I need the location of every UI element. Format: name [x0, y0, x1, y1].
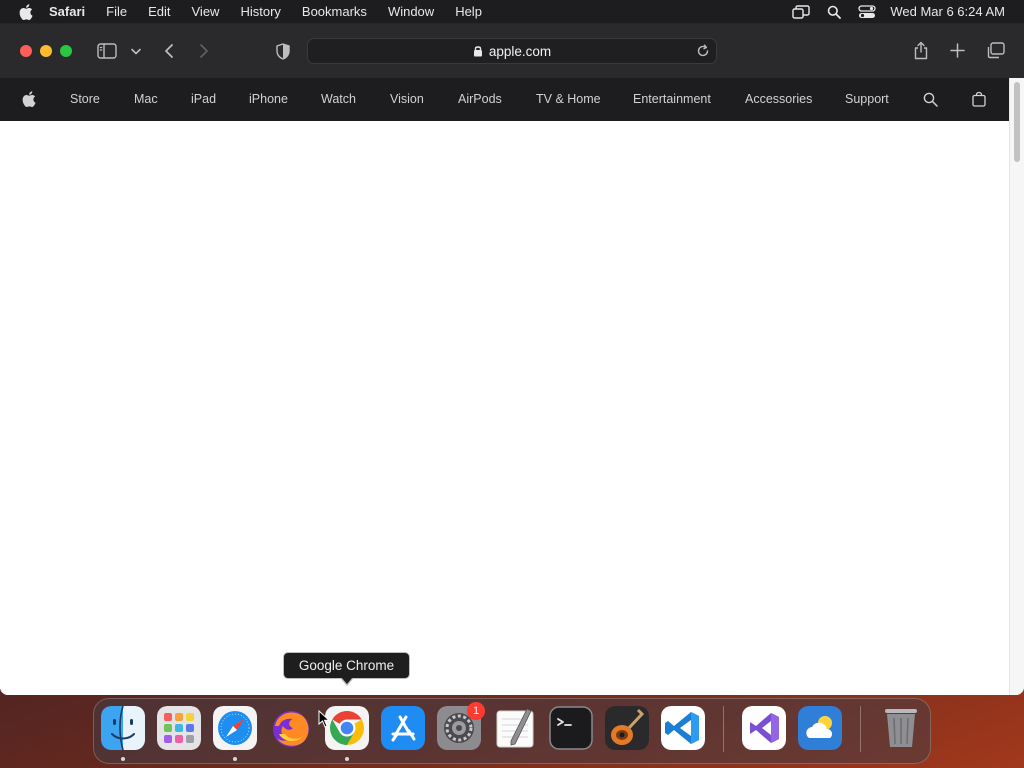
- dock-chrome-icon[interactable]: [325, 706, 369, 750]
- dock-launchpad-icon[interactable]: [157, 706, 201, 750]
- dock-trash-icon[interactable]: [879, 706, 923, 750]
- scrollbar-thumb[interactable]: [1014, 82, 1020, 162]
- apple-menu-icon[interactable]: [19, 3, 35, 20]
- plus-icon[interactable]: [949, 42, 965, 58]
- window-minimize-button[interactable]: [40, 45, 52, 57]
- safari-toolbar: apple.com: [0, 24, 1024, 79]
- nav-mac[interactable]: Mac: [134, 92, 158, 106]
- dock-finder-icon[interactable]: [101, 706, 145, 750]
- shield-icon[interactable]: [274, 41, 292, 61]
- dock-app-store-icon[interactable]: [381, 706, 425, 750]
- nav-entertainment[interactable]: Entertainment: [633, 92, 711, 106]
- nav-vision[interactable]: Vision: [390, 92, 424, 106]
- dock-safari-icon[interactable]: [213, 706, 257, 750]
- nav-accessories[interactable]: Accessories: [745, 92, 812, 106]
- nav-iphone[interactable]: iPhone: [249, 92, 288, 106]
- apple-logo-icon[interactable]: [22, 91, 38, 107]
- dock-tooltip-tail: [340, 677, 354, 686]
- dock-garageband-icon[interactable]: [605, 706, 649, 750]
- nav-airpods[interactable]: AirPods: [458, 92, 502, 106]
- menu-bar: Safari File Edit View History Bookmarks …: [0, 0, 1024, 23]
- dock-separator: [860, 706, 861, 752]
- menu-bookmarks[interactable]: Bookmarks: [302, 4, 367, 19]
- reload-icon[interactable]: [696, 44, 710, 58]
- mouse-pointer-icon: [318, 709, 331, 728]
- control-center-icon[interactable]: [857, 4, 877, 20]
- menu-help[interactable]: Help: [455, 4, 482, 19]
- menu-bar-clock[interactable]: Wed Mar 6 6:24 AM: [890, 4, 1005, 19]
- dock-running-indicator: [345, 757, 349, 761]
- window-zoom-button[interactable]: [60, 45, 72, 57]
- vertical-scrollbar[interactable]: [1009, 78, 1024, 695]
- bag-icon[interactable]: [972, 91, 988, 107]
- dock-textedit-icon[interactable]: [493, 706, 537, 750]
- menu-history[interactable]: History: [240, 4, 280, 19]
- share-icon[interactable]: [912, 40, 930, 60]
- dock-tooltip: Google Chrome: [283, 652, 410, 679]
- nav-store[interactable]: Store: [70, 92, 100, 106]
- dock-running-indicator: [121, 757, 125, 761]
- menu-file[interactable]: File: [106, 4, 127, 19]
- page-content: [0, 121, 1010, 695]
- forward-icon[interactable]: [196, 41, 212, 61]
- menu-edit[interactable]: Edit: [148, 4, 170, 19]
- notification-badge: 1: [467, 702, 485, 720]
- safari-window: apple.com Store Mac iPad iPhone Watch Vi…: [0, 24, 1024, 695]
- nav-ipad[interactable]: iPad: [191, 92, 216, 106]
- back-icon[interactable]: [161, 41, 177, 61]
- dock-firefox-icon[interactable]: [269, 706, 313, 750]
- dock-running-indicator: [233, 757, 237, 761]
- apple-global-nav: Store Mac iPad iPhone Watch Vision AirPo…: [0, 78, 1010, 121]
- dock-weather-icon[interactable]: [798, 706, 842, 750]
- screen-mirroring-icon[interactable]: [791, 4, 811, 20]
- nav-watch[interactable]: Watch: [321, 92, 356, 106]
- address-text: apple.com: [488, 43, 552, 59]
- dock-terminal-icon[interactable]: [549, 706, 593, 750]
- menu-app-safari[interactable]: Safari: [49, 4, 85, 19]
- address-bar[interactable]: apple.com: [307, 38, 717, 64]
- lock-icon: [473, 45, 483, 57]
- nav-support[interactable]: Support: [845, 92, 889, 106]
- menu-view[interactable]: View: [192, 4, 220, 19]
- menu-window[interactable]: Window: [388, 4, 434, 19]
- chevron-down-icon[interactable]: [130, 45, 142, 57]
- window-close-button[interactable]: [20, 45, 32, 57]
- dock-vscode-icon[interactable]: [661, 706, 705, 750]
- nav-tv-home[interactable]: TV & Home: [536, 92, 601, 106]
- tabs-icon[interactable]: [985, 41, 1005, 59]
- dock-separator: [723, 706, 724, 752]
- dock-visual-studio-icon[interactable]: [742, 706, 786, 750]
- sidebar-icon[interactable]: [96, 42, 118, 60]
- spotlight-icon[interactable]: [824, 4, 844, 20]
- search-icon[interactable]: [923, 92, 939, 108]
